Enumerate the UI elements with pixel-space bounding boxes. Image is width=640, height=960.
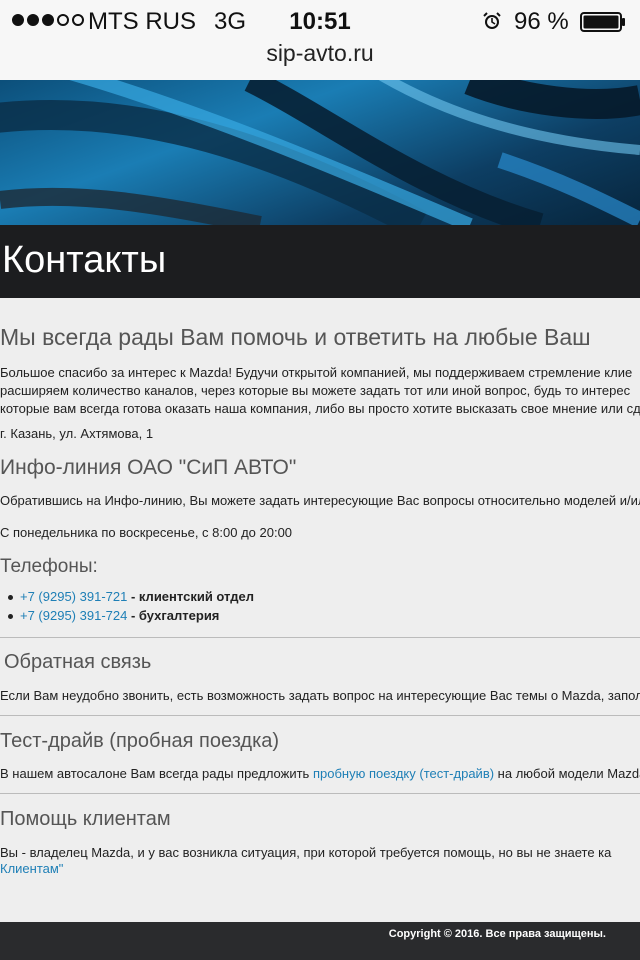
bullet-icon bbox=[8, 614, 13, 619]
test-drive-heading: Тест-драйв (пробная поездка) bbox=[0, 730, 280, 752]
battery-percent: 96 % bbox=[514, 8, 569, 35]
address-bar-url[interactable]: sip-avto.ru bbox=[0, 40, 640, 67]
page-title: Контакты bbox=[2, 239, 167, 281]
test-drive-link[interactable]: пробную поездку (тест-драйв) bbox=[313, 766, 494, 781]
alarm-clock-icon bbox=[483, 12, 501, 29]
test-drive-text-before: В нашем автосалоне Вам всегда рады предл… bbox=[0, 766, 313, 781]
infoline-text: Обратившись на Инфо-линию, Вы можете зад… bbox=[0, 493, 640, 508]
intro-line-3: которые вам всегда готова оказать наша к… bbox=[0, 401, 640, 416]
page-headline: Мы всегда рады Вам помочь и ответить на … bbox=[0, 324, 591, 350]
phone-label: - бухгалтерия bbox=[127, 608, 220, 623]
feedback-text: Если Вам неудобно звонить, есть возможно… bbox=[0, 688, 640, 703]
feedback-heading: Обратная связь bbox=[4, 651, 152, 673]
section-divider bbox=[0, 793, 640, 794]
bullet-icon bbox=[8, 595, 13, 600]
phones-heading: Телефоны: bbox=[0, 556, 98, 577]
help-text: Вы - владелец Mazda, и у вас возникла си… bbox=[0, 845, 612, 860]
phone-item: +7 (9295) 391-721 - клиентский отдел bbox=[20, 588, 254, 606]
intro-line-2: расширяем количество каналов, через кото… bbox=[0, 383, 631, 398]
phone-link[interactable]: +7 (9295) 391-724 bbox=[20, 608, 127, 623]
help-link[interactable]: Клиентам" bbox=[0, 860, 63, 878]
address-text: г. Казань, ул. Ахтямова, 1 bbox=[0, 426, 154, 441]
phone-label: - клиентский отдел bbox=[127, 589, 254, 604]
page-title-bar: Контакты bbox=[0, 225, 640, 298]
section-divider bbox=[0, 715, 640, 716]
section-divider bbox=[0, 637, 640, 638]
infoline-hours: С понедельника по воскресенье, с 8:00 до… bbox=[0, 525, 293, 540]
intro-line-1: Большое спасибо за интерес к Mazda! Буду… bbox=[0, 365, 633, 380]
status-bar: MTS RUS 3G 10:51 96 % sip-avto.ru bbox=[0, 0, 640, 80]
page-footer: Copyright © 2016. Все права защищены. bbox=[0, 922, 640, 960]
help-heading: Помощь клиентам bbox=[0, 808, 171, 830]
hero-banner bbox=[0, 80, 640, 225]
copyright-text: Copyright © 2016. Все права защищены. bbox=[388, 928, 606, 940]
test-drive-text: В нашем автосалоне Вам всегда рады предл… bbox=[0, 765, 640, 783]
phone-link[interactable]: +7 (9295) 391-721 bbox=[20, 589, 127, 604]
main-content: Мы всегда рады Вам помочь и ответить на … bbox=[0, 298, 640, 922]
car-detail-image bbox=[0, 80, 640, 225]
battery-icon bbox=[580, 12, 625, 32]
test-drive-text-after: на любой модели Mazda. bbox=[494, 766, 640, 781]
phone-item: +7 (9295) 391-724 - бухгалтерия bbox=[20, 607, 219, 625]
infoline-heading: Инфо-линия ОАО "СиП АВТО" bbox=[0, 456, 297, 479]
